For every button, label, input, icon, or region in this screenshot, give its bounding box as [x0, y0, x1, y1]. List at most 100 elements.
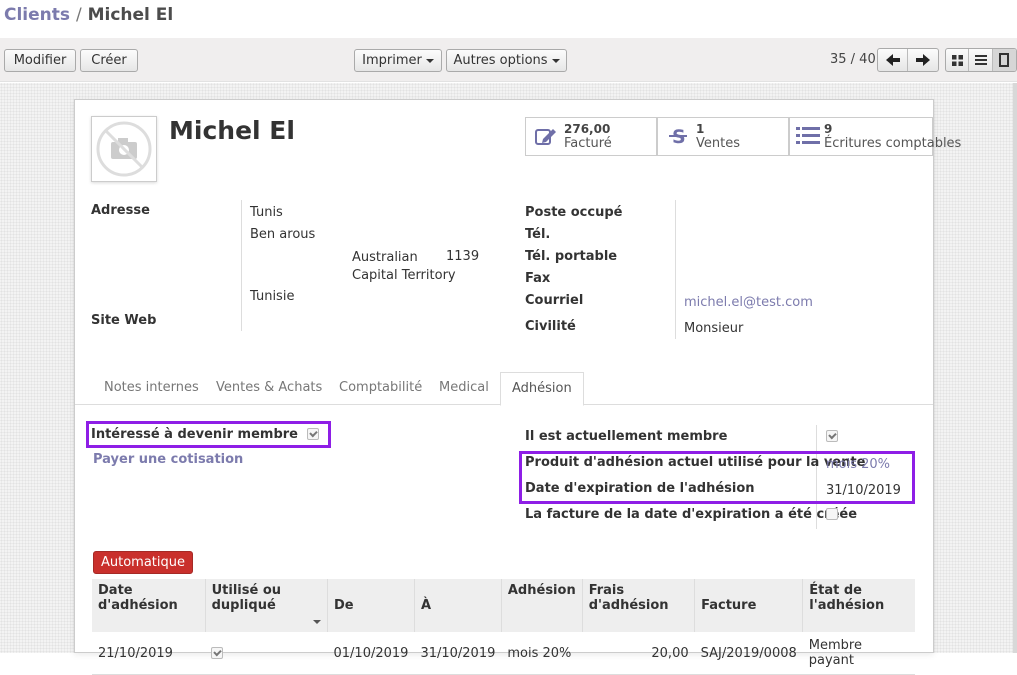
- scrollbar[interactable]: [1013, 83, 1017, 653]
- column-header-from[interactable]: De: [327, 579, 415, 632]
- print-dropdown[interactable]: Imprimer: [354, 49, 442, 72]
- invoiced-stat-button[interactable]: 276,00 Facturé: [525, 117, 657, 156]
- tab-medical[interactable]: Medical: [439, 380, 489, 395]
- pager-counter: 35 / 40: [830, 52, 876, 67]
- form-icon: [999, 53, 1010, 67]
- form-sheet: Michel El 276,00 Facturé S 1 Ventes 9 Éc…: [74, 99, 961, 675]
- current-member-checkbox[interactable]: [826, 430, 838, 442]
- interested-checkbox[interactable]: [307, 428, 319, 440]
- create-button-label: Créer: [91, 53, 127, 68]
- cell-from: 01/10/2019: [327, 632, 415, 675]
- automatic-button[interactable]: Automatique: [93, 551, 193, 574]
- address-zip: 1139: [446, 249, 480, 264]
- grid-icon: [951, 54, 963, 66]
- membership-product-label: Produit d'adhésion actuel utilisé pour l…: [525, 455, 866, 470]
- membership-expiry-value: 31/10/2019: [826, 483, 901, 498]
- toolbar: Modifier Créer Imprimer Autres options 3…: [0, 38, 1017, 82]
- journal-items-value: 9: [824, 122, 833, 136]
- breadcrumb: Clients / Michel El: [4, 5, 173, 25]
- journal-items-label: Écritures comptables: [824, 136, 962, 151]
- address-state-line1: Australian: [352, 250, 418, 265]
- cell-used: [205, 632, 328, 675]
- address-city: Tunis: [250, 205, 283, 220]
- column-header-used-label: Utilisé ou dupliqué: [211, 583, 282, 613]
- invoice-created-label: La facture de la date d'expiration a été…: [525, 507, 858, 522]
- strikethrough-s-icon: S: [664, 122, 692, 150]
- breadcrumb-parent-link[interactable]: Clients: [4, 5, 70, 25]
- membership-lines-table: Date d'adhésion Utilisé ou dupliqué De À…: [92, 579, 915, 675]
- tab-sales-purchases[interactable]: Ventes & Achats: [216, 380, 322, 395]
- no-image-camera-icon: [96, 121, 152, 177]
- pager-navigation: [877, 48, 939, 72]
- more-options-label: Autres options: [453, 53, 548, 68]
- used-checkbox: [211, 647, 224, 659]
- view-switcher: [945, 48, 1017, 72]
- sort-caret-icon: [313, 620, 321, 624]
- tab-membership[interactable]: Adhésion: [500, 372, 584, 406]
- column-header-invoice[interactable]: Facture: [694, 579, 803, 632]
- edit-icon: [532, 122, 560, 150]
- invoice-created-checkbox[interactable]: [826, 508, 838, 520]
- form-view-button[interactable]: [992, 49, 1016, 71]
- kanban-view-button[interactable]: [946, 49, 970, 71]
- divider: [241, 200, 242, 331]
- column-header-date[interactable]: Date d'adhésion: [92, 579, 206, 632]
- cell-fee: 20,00: [582, 632, 695, 675]
- pay-membership-link[interactable]: Payer une cotisation: [93, 452, 243, 467]
- sales-stat-button[interactable]: S 1 Ventes: [657, 117, 789, 156]
- membership-expiry-label: Date d'expiration de l'adhésion: [525, 481, 755, 496]
- address-state-line2: Capital Territory: [352, 268, 456, 283]
- create-button[interactable]: Créer: [80, 49, 138, 72]
- table-row[interactable]: 21/10/2019 01/10/2019 31/10/2019 mois 20…: [92, 632, 915, 675]
- sales-label: Ventes: [696, 136, 740, 151]
- mobile-label: Tél. portable: [525, 249, 618, 264]
- column-header-fee[interactable]: Frais d'adhésion: [581, 579, 695, 632]
- next-record-button[interactable]: [908, 49, 938, 71]
- website-label: Site Web: [91, 313, 157, 328]
- column-header-membership[interactable]: Adhésion: [500, 579, 583, 632]
- edit-button[interactable]: Modifier: [4, 49, 76, 72]
- email-label: Courriel: [525, 293, 584, 308]
- breadcrumb-current: Michel El: [87, 5, 174, 25]
- cell-date: 21/10/2019: [92, 632, 206, 675]
- current-member-label: Il est actuellement membre: [525, 429, 728, 444]
- list-icon: [796, 122, 820, 150]
- title-label: Civilité: [525, 319, 576, 334]
- fax-label: Fax: [525, 271, 551, 286]
- address-country: Tunisie: [250, 289, 295, 304]
- edit-button-label: Modifier: [13, 53, 67, 68]
- divider: [675, 200, 676, 339]
- arrow-right-icon: [916, 54, 930, 66]
- caret-down-icon: [551, 58, 560, 63]
- cell-membership: mois 20%: [501, 632, 583, 675]
- table-header-row: Date d'adhésion Utilisé ou dupliqué De À…: [92, 579, 915, 632]
- email-link[interactable]: michel.el@test.com: [684, 295, 813, 310]
- column-header-to[interactable]: À: [413, 579, 502, 632]
- list-view-button[interactable]: [969, 49, 993, 71]
- column-header-used[interactable]: Utilisé ou dupliqué: [204, 579, 328, 632]
- avatar[interactable]: [91, 116, 157, 182]
- address-street: Ben arous: [250, 227, 316, 242]
- membership-product-link[interactable]: mois 20%: [826, 457, 890, 472]
- invoiced-label: Facturé: [564, 136, 612, 151]
- address-label: Adresse: [91, 203, 150, 218]
- phone-label: Tél.: [525, 227, 551, 242]
- column-header-state[interactable]: État de l'adhésion: [802, 579, 915, 632]
- previous-record-button[interactable]: [878, 49, 909, 71]
- tab-accounting[interactable]: Comptabilité: [339, 380, 422, 395]
- interested-label: Intéressé à devenir membre: [91, 427, 298, 442]
- breadcrumb-separator: /: [75, 5, 82, 25]
- caret-down-icon: [425, 58, 434, 63]
- invoiced-value: 276,00: [564, 122, 611, 136]
- notebook-tabs: Notes internes Ventes & Achats Comptabil…: [75, 372, 933, 406]
- more-options-dropdown[interactable]: Autres options: [446, 49, 567, 72]
- cell-state: Membre payant: [802, 632, 915, 675]
- breadcrumb-bar: Clients / Michel El: [0, 0, 1017, 38]
- sales-value: 1: [696, 122, 705, 136]
- automatic-button-label: Automatique: [100, 555, 185, 570]
- tab-internal-notes[interactable]: Notes internes: [104, 380, 199, 395]
- list-icon: [974, 55, 987, 65]
- print-dropdown-label: Imprimer: [362, 53, 422, 68]
- address-state: Australian Capital Territory: [352, 249, 456, 285]
- journal-items-stat-button[interactable]: 9 Écritures comptables: [789, 117, 961, 156]
